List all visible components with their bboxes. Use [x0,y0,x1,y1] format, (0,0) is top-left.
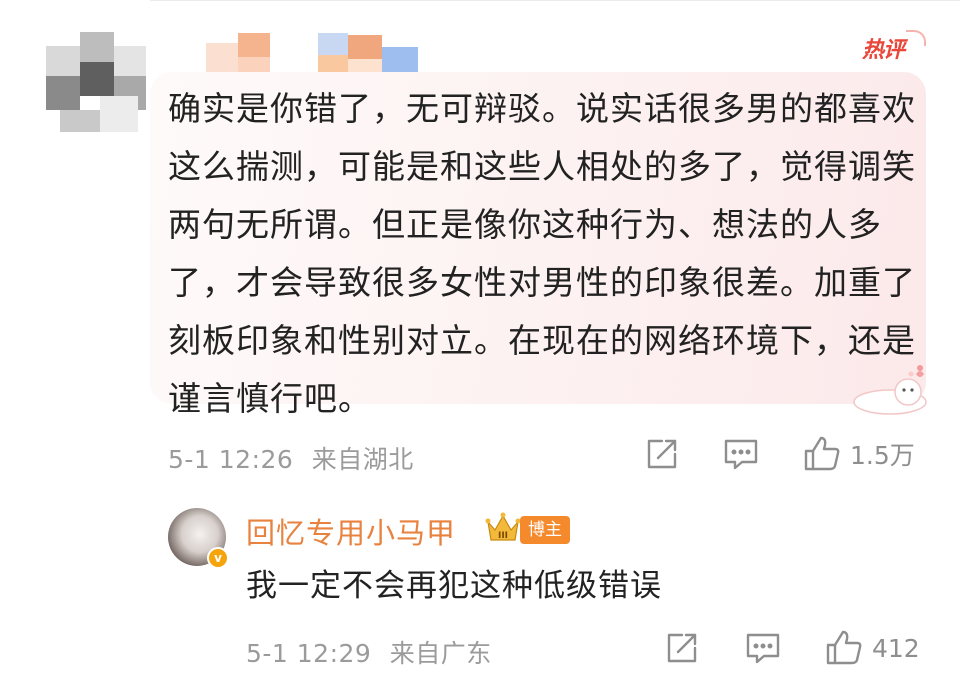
reply-like-count: 412 [872,633,920,663]
crown-level-badge-icon: III [485,512,521,541]
comment-like-count: 1.5万 [850,441,915,470]
comment-like-button[interactable]: 1.5万 [802,434,915,474]
comment-meta: 5-1 12:26 来自湖北 [168,440,414,476]
reply-reply-button[interactable] [744,630,782,666]
commenter-avatar-pixelated[interactable] [46,32,146,132]
comment-text: 确实是你错了，无可辩驳。说实话很多男的都喜欢这么揣测，可能是和这些人相处的多了，… [168,89,916,418]
reply-avatar[interactable]: v [168,508,229,569]
comment-reply-button[interactable] [722,436,760,472]
verified-badge-icon: v [207,547,229,569]
reply-location: 来自广东 [389,639,492,668]
hot-comment-badge: 热评 [862,30,926,64]
reply-share-button[interactable] [664,630,700,666]
comment-share-button[interactable] [644,436,680,472]
comment-location: 来自湖北 [311,445,414,474]
top-divider [150,0,960,1]
reply-meta: 5-1 12:29 来自广东 [246,634,492,670]
author-tag: 博主 [520,516,570,544]
reply-like-button[interactable]: 412 [824,628,920,668]
mascot-sticker-icon [853,365,927,415]
comment-timestamp: 5-1 12:26 [168,445,294,474]
like-icon [826,630,862,665]
reply-text: 我一定不会再犯这种低级错误 [246,568,662,604]
reply-timestamp: 5-1 12:29 [246,639,372,668]
svg-text:III: III [498,531,508,541]
share-icon [667,633,697,663]
comment-icon [746,633,780,664]
share-icon [647,439,677,469]
comment-icon [724,439,758,470]
reply-username[interactable]: 回忆专用小马甲 [246,510,456,552]
like-icon [804,436,840,471]
